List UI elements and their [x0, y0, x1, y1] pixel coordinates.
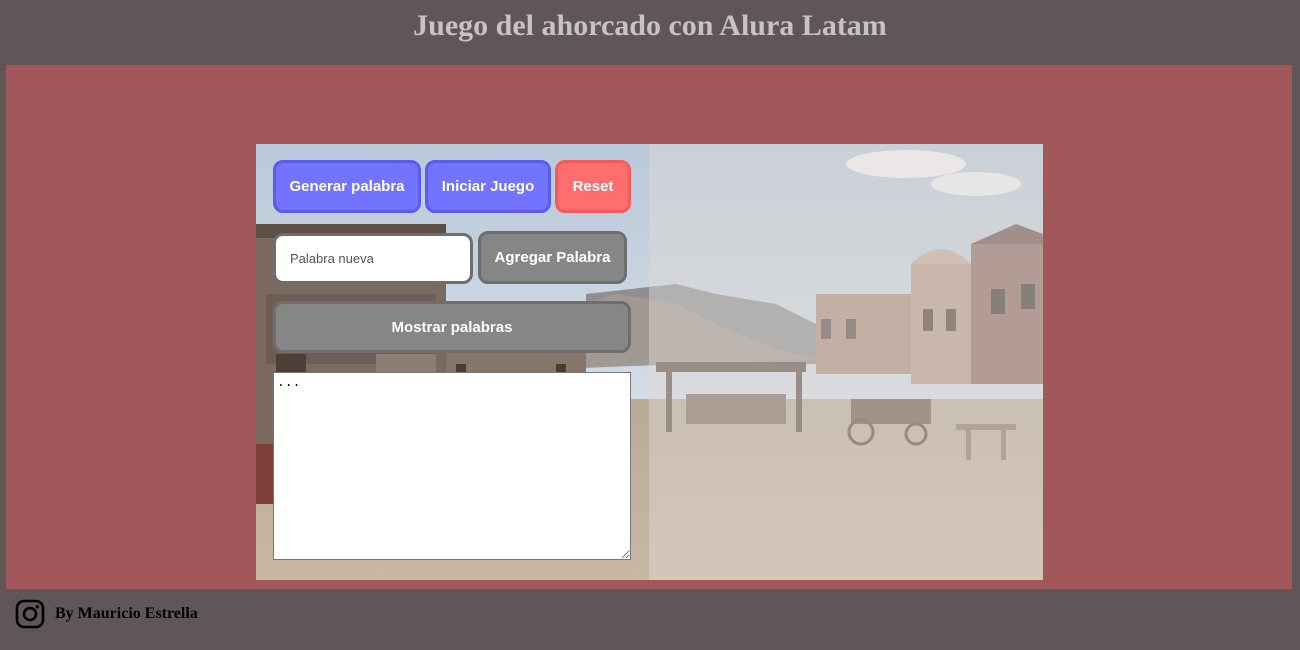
game-panel: Generar palabra Iniciar Juego Reset Agre… [256, 144, 1043, 580]
words-textarea[interactable] [273, 372, 631, 560]
page-title: Juego del ahorcado con Alura Latam [413, 9, 887, 42]
reset-button[interactable]: Reset [555, 160, 631, 213]
main-area: Generar palabra Iniciar Juego Reset Agre… [6, 65, 1292, 589]
image-fade-overlay [649, 144, 1043, 580]
instagram-icon[interactable] [15, 599, 45, 629]
show-words-button[interactable]: Mostrar palabras [273, 301, 631, 353]
footer: By Mauricio Estrella [0, 590, 1300, 650]
new-word-input[interactable] [273, 233, 473, 284]
generate-word-button[interactable]: Generar palabra [273, 160, 421, 213]
footer-author: By Mauricio Estrella [55, 605, 198, 622]
start-game-button[interactable]: Iniciar Juego [425, 160, 551, 213]
page-header: Juego del ahorcado con Alura Latam [0, 0, 1300, 64]
add-word-button[interactable]: Agregar Palabra [478, 231, 627, 284]
